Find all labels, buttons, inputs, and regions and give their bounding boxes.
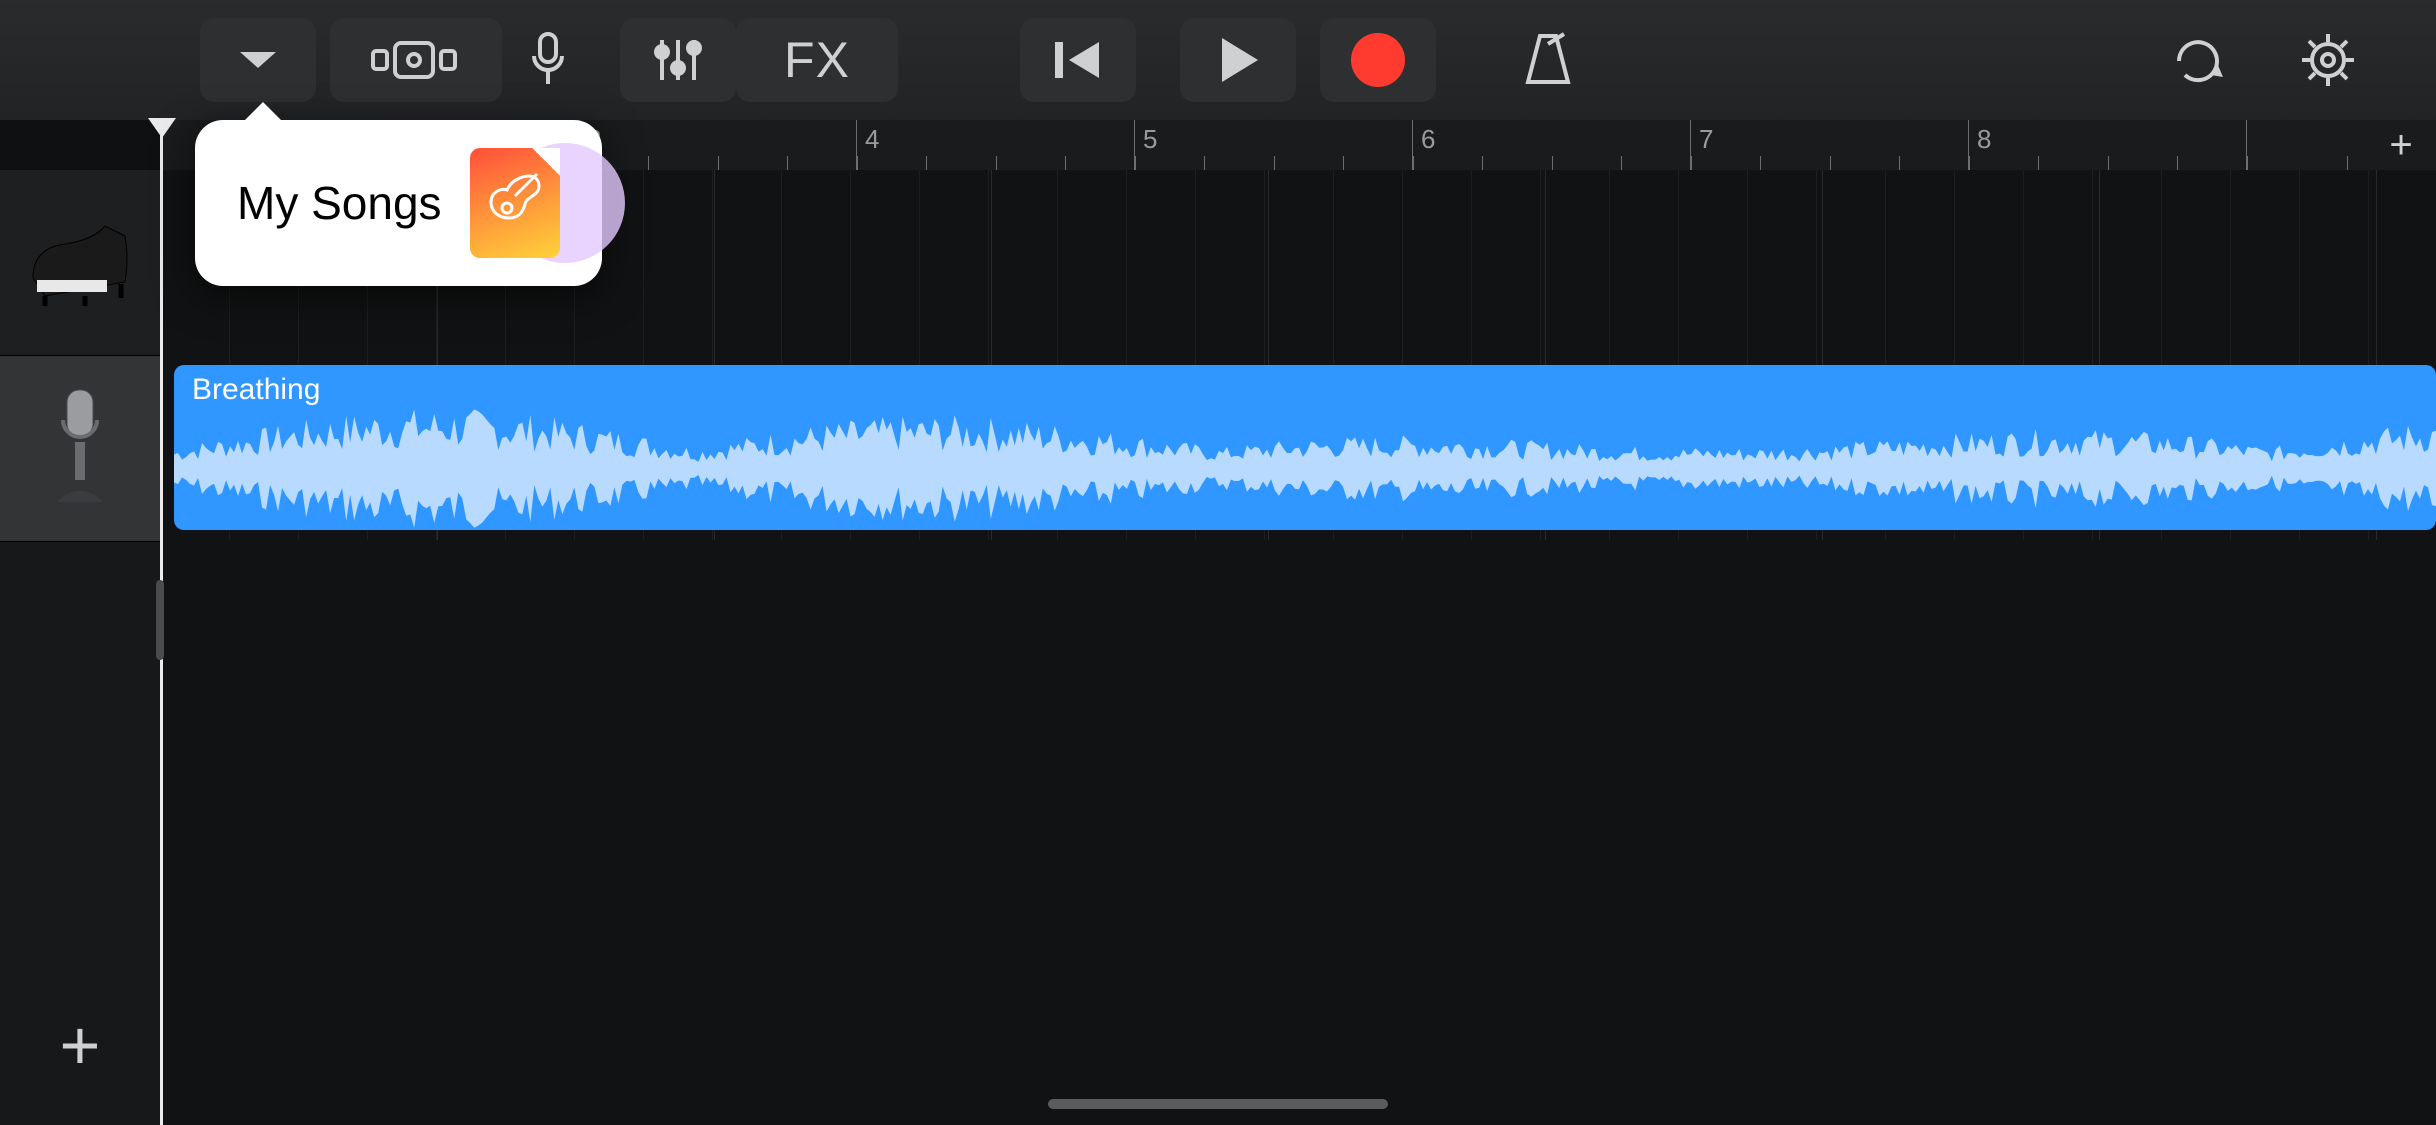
microphone-icon (526, 30, 570, 90)
sliders-icon (650, 32, 706, 88)
fx-label: FX (784, 31, 850, 89)
add-track-button[interactable]: + (0, 965, 160, 1125)
track-lane-2[interactable]: Breathing (160, 355, 2436, 540)
menu-popover: My Songs (195, 120, 602, 286)
play-icon (1214, 34, 1262, 86)
gear-icon (2298, 30, 2358, 90)
track-lanes[interactable]: Breathing (160, 170, 2436, 1125)
condenser-mic-icon (45, 384, 115, 514)
toolbar: FX (0, 0, 2436, 120)
menu-dropdown-button[interactable] (200, 18, 316, 102)
track-header-piano[interactable] (0, 170, 160, 356)
loop-icon (2169, 31, 2227, 89)
guitar-icon (485, 168, 545, 238)
mic-input-button[interactable] (490, 18, 606, 102)
home-indicator (1048, 1099, 1388, 1109)
rewind-button[interactable] (1020, 18, 1136, 102)
mixer-button[interactable] (620, 18, 736, 102)
view-switch-button[interactable] (330, 18, 502, 102)
record-icon (1351, 33, 1405, 87)
metronome-icon (1520, 30, 1576, 90)
record-button[interactable] (1320, 18, 1436, 102)
fx-button[interactable]: FX (736, 18, 898, 102)
play-button[interactable] (1180, 18, 1296, 102)
metronome-button[interactable] (1490, 18, 1606, 102)
audio-region-title: Breathing (192, 373, 320, 407)
add-section-button[interactable]: + (2376, 120, 2426, 170)
track-area: Breathing + (0, 170, 2436, 1125)
track-header-mic[interactable] (0, 356, 160, 542)
piano-icon (25, 218, 135, 308)
waveform (174, 407, 2436, 530)
view-switch-icon (371, 37, 461, 83)
loop-button[interactable] (2140, 18, 2256, 102)
chevron-down-icon (236, 46, 280, 74)
garageband-document-icon[interactable] (470, 148, 560, 258)
my-songs-button[interactable]: My Songs (237, 176, 442, 230)
settings-button[interactable] (2270, 18, 2386, 102)
vertical-scrollbar[interactable] (156, 580, 164, 660)
go-to-start-icon (1051, 36, 1105, 84)
audio-region[interactable]: Breathing (174, 365, 2436, 530)
